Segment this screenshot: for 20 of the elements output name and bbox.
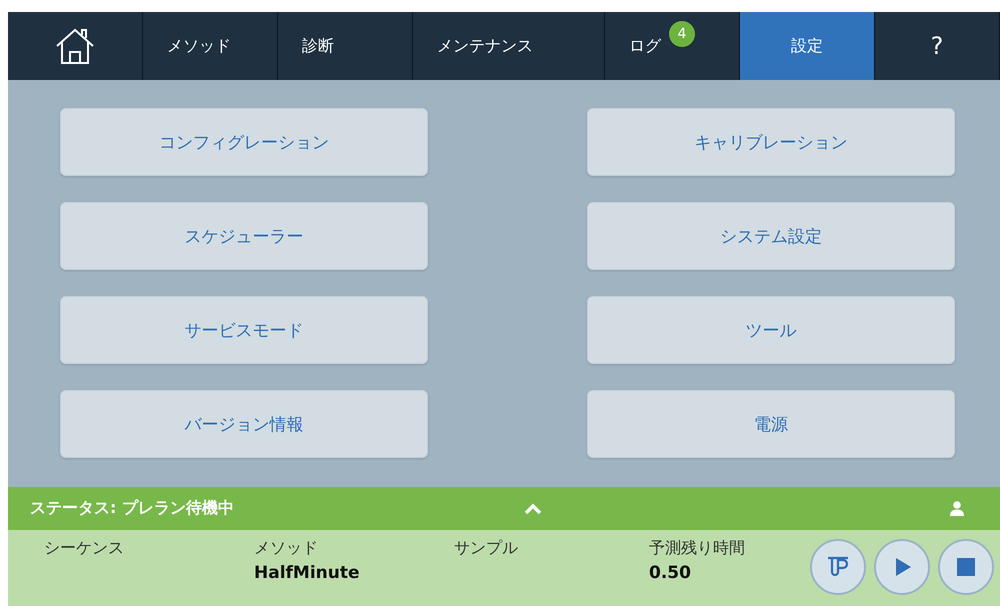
menu-button[interactable]: システム設定 bbox=[587, 202, 955, 270]
menu-button[interactable]: 電源 bbox=[587, 390, 955, 458]
info-value: 0.50 bbox=[649, 563, 692, 583]
info-value: HalfMinute bbox=[254, 563, 361, 583]
user-icon[interactable] bbox=[950, 501, 964, 516]
menu-button[interactable]: ツール bbox=[587, 296, 955, 364]
info-label: シーケンス bbox=[44, 538, 125, 559]
stop-icon bbox=[956, 557, 976, 577]
menu-button[interactable]: サービスモード bbox=[60, 296, 428, 364]
menu-button[interactable]: キャリブレーション bbox=[587, 108, 955, 176]
chevron-up-icon[interactable] bbox=[524, 502, 542, 514]
menu-button[interactable]: バージョン情報 bbox=[60, 390, 428, 458]
info-label: 予測残り時間 bbox=[649, 538, 745, 559]
menu-button[interactable]: スケジューラー bbox=[60, 202, 428, 270]
status-text: ステータス: プレラン待機中 bbox=[29, 498, 235, 519]
info-label: メソッド bbox=[254, 538, 319, 559]
count-badge: 4 bbox=[669, 21, 695, 47]
nav-tab[interactable]: 設定 bbox=[740, 12, 875, 80]
menu-button[interactable]: コンフィグレーション bbox=[60, 108, 428, 176]
info-label: サンプル bbox=[454, 538, 519, 559]
